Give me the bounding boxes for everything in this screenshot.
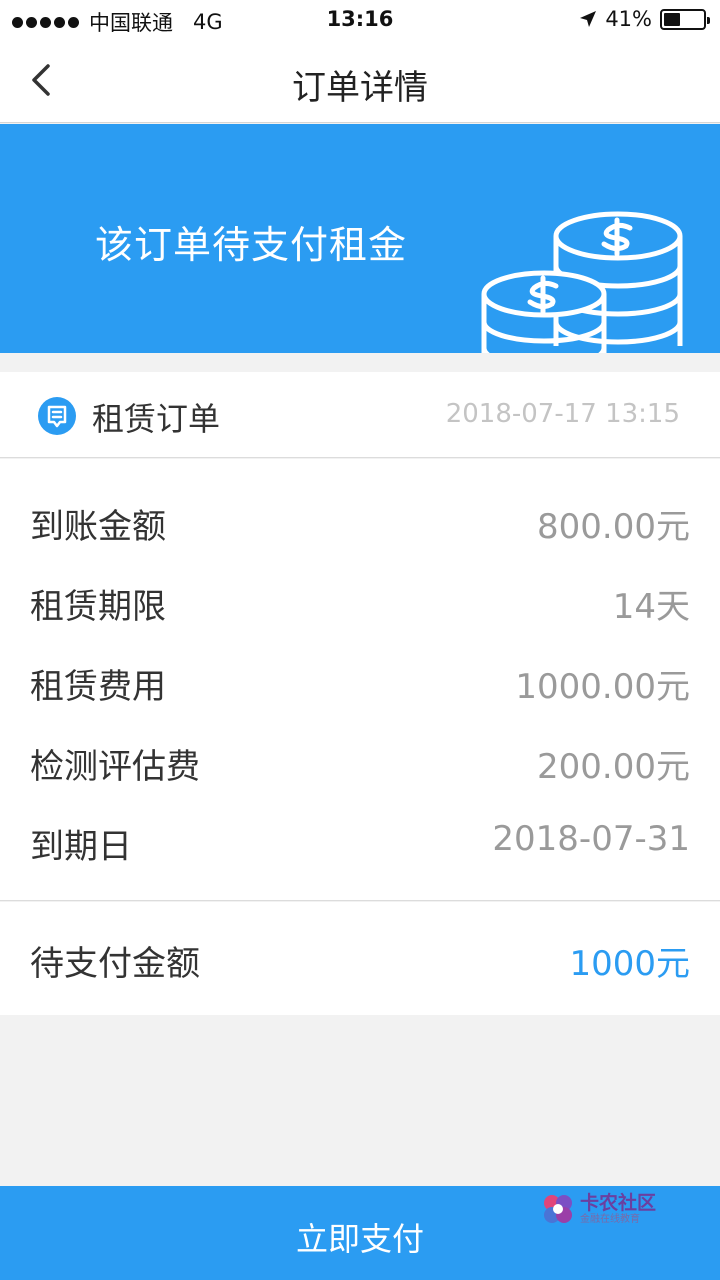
page-title: 订单详情 [292,68,428,108]
navigation-bar: 订单详情 [0,40,720,123]
pending-amount-label: 待支付金额 [30,944,200,984]
detail-value: 1000.00元 [515,667,690,707]
detail-value: 14天 [612,587,690,627]
watermark-text: 卡农社区 金融在线教育 [580,1192,656,1226]
pending-amount-value: 1000元 [569,944,690,984]
detail-value: 200.00元 [537,747,690,787]
detail-row-due-date: 到期日 2018-07-31 [0,801,720,881]
battery-level [664,12,680,26]
battery-percent: 41% [605,7,652,31]
detail-label: 租赁费用 [30,667,166,707]
detail-row-received-amount: 到账金额 800.00元 [0,481,720,561]
watermark-title: 卡农社区 [580,1192,657,1214]
detail-label: 到账金额 [30,507,166,547]
status-right: 41% [579,7,710,31]
order-details: 到账金额 800.00元 租赁期限 14天 租赁费用 1000.00元 检测评估… [0,459,720,901]
watermark: 卡农社区 金融在线教育 [540,1191,656,1227]
message-icon [38,397,76,435]
detail-label: 租赁期限 [30,587,166,627]
order-created-time: 2018-07-17 13:15 [445,399,680,429]
detail-row-lease-fee: 租赁费用 1000.00元 [0,641,720,721]
detail-row-lease-term: 租赁期限 14天 [0,561,720,641]
order-header: 租赁订单 2018-07-17 13:15 [0,372,720,458]
watermark-subtitle: 金融在线教育 [580,1214,640,1225]
status-banner: 该订单待支付租金 [0,124,720,353]
battery-icon [660,8,710,30]
pay-now-button[interactable]: 立即支付 卡农社区 金融在线教育 [0,1186,720,1280]
order-type: 租赁订单 [92,400,221,438]
coin-stack-icon [481,211,683,353]
detail-value: 2018-07-31 [492,819,690,859]
detail-row-inspection-fee: 检测评估费 200.00元 [0,721,720,801]
pending-amount-row: 待支付金额 1000元 [0,902,720,1015]
detail-label: 检测评估费 [30,747,200,787]
banner-text: 该订单待支付租金 [95,223,408,267]
detail-label: 到期日 [30,827,132,867]
location-arrow-icon [580,11,597,27]
detail-value: 800.00元 [537,507,690,547]
status-bar: 中国联通 4G 13:16 41% [0,0,720,40]
watermark-logo-icon [544,1195,572,1223]
